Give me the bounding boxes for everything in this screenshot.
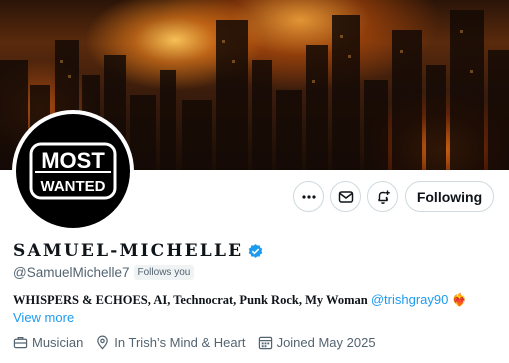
more-icon	[301, 194, 316, 199]
more-button[interactable]	[293, 181, 324, 212]
profile-bio: WHISPERS & ECHOES, AI, Technocrat, Punk …	[13, 292, 467, 308]
following-button[interactable]: Following	[405, 181, 494, 212]
avatar-line1: MOST	[41, 148, 105, 173]
location-pin-icon	[97, 335, 109, 350]
bio-text: WHISPERS & ECHOES, AI, Technocrat, Punk …	[13, 293, 371, 307]
location-item: In Trish’s Mind & Heart	[95, 335, 246, 350]
avatar-image: MOST WANTED	[16, 114, 130, 228]
most-wanted-logo: MOST WANTED	[29, 142, 117, 200]
message-button[interactable]	[330, 181, 361, 212]
briefcase-icon	[13, 337, 28, 349]
name-row: SAMUEL-MICHELLE	[13, 241, 264, 261]
location-label: In Trish’s Mind & Heart	[114, 335, 246, 350]
user-handle: @SamuelMichelle7	[13, 265, 130, 280]
notifications-button[interactable]	[367, 181, 398, 212]
profession-label: Musician	[32, 335, 84, 350]
profile-meta: Musician In Trish’s Mind & Heart Joined …	[13, 335, 388, 350]
calendar-icon	[258, 336, 272, 350]
view-more-link[interactable]: View more	[13, 310, 74, 325]
mail-icon	[338, 190, 353, 203]
bio-mention-link[interactable]: @trishgray90	[371, 292, 449, 307]
bell-plus-icon	[377, 190, 390, 204]
display-name: SAMUEL-MICHELLE	[13, 241, 244, 261]
handle-row: @SamuelMichelle7 Follows you	[13, 265, 195, 280]
profession-item: Musician	[13, 335, 83, 350]
heart-fire-emoji-icon: ❤️‍🔥	[451, 292, 468, 307]
verified-badge-icon[interactable]	[247, 243, 264, 260]
profile-avatar[interactable]: MOST WANTED	[12, 110, 134, 232]
joined-label: Joined May 2025	[276, 335, 376, 350]
joined-item: Joined May 2025	[258, 335, 376, 350]
avatar-line2: WANTED	[41, 178, 106, 195]
follows-you-badge: Follows you	[133, 265, 195, 280]
